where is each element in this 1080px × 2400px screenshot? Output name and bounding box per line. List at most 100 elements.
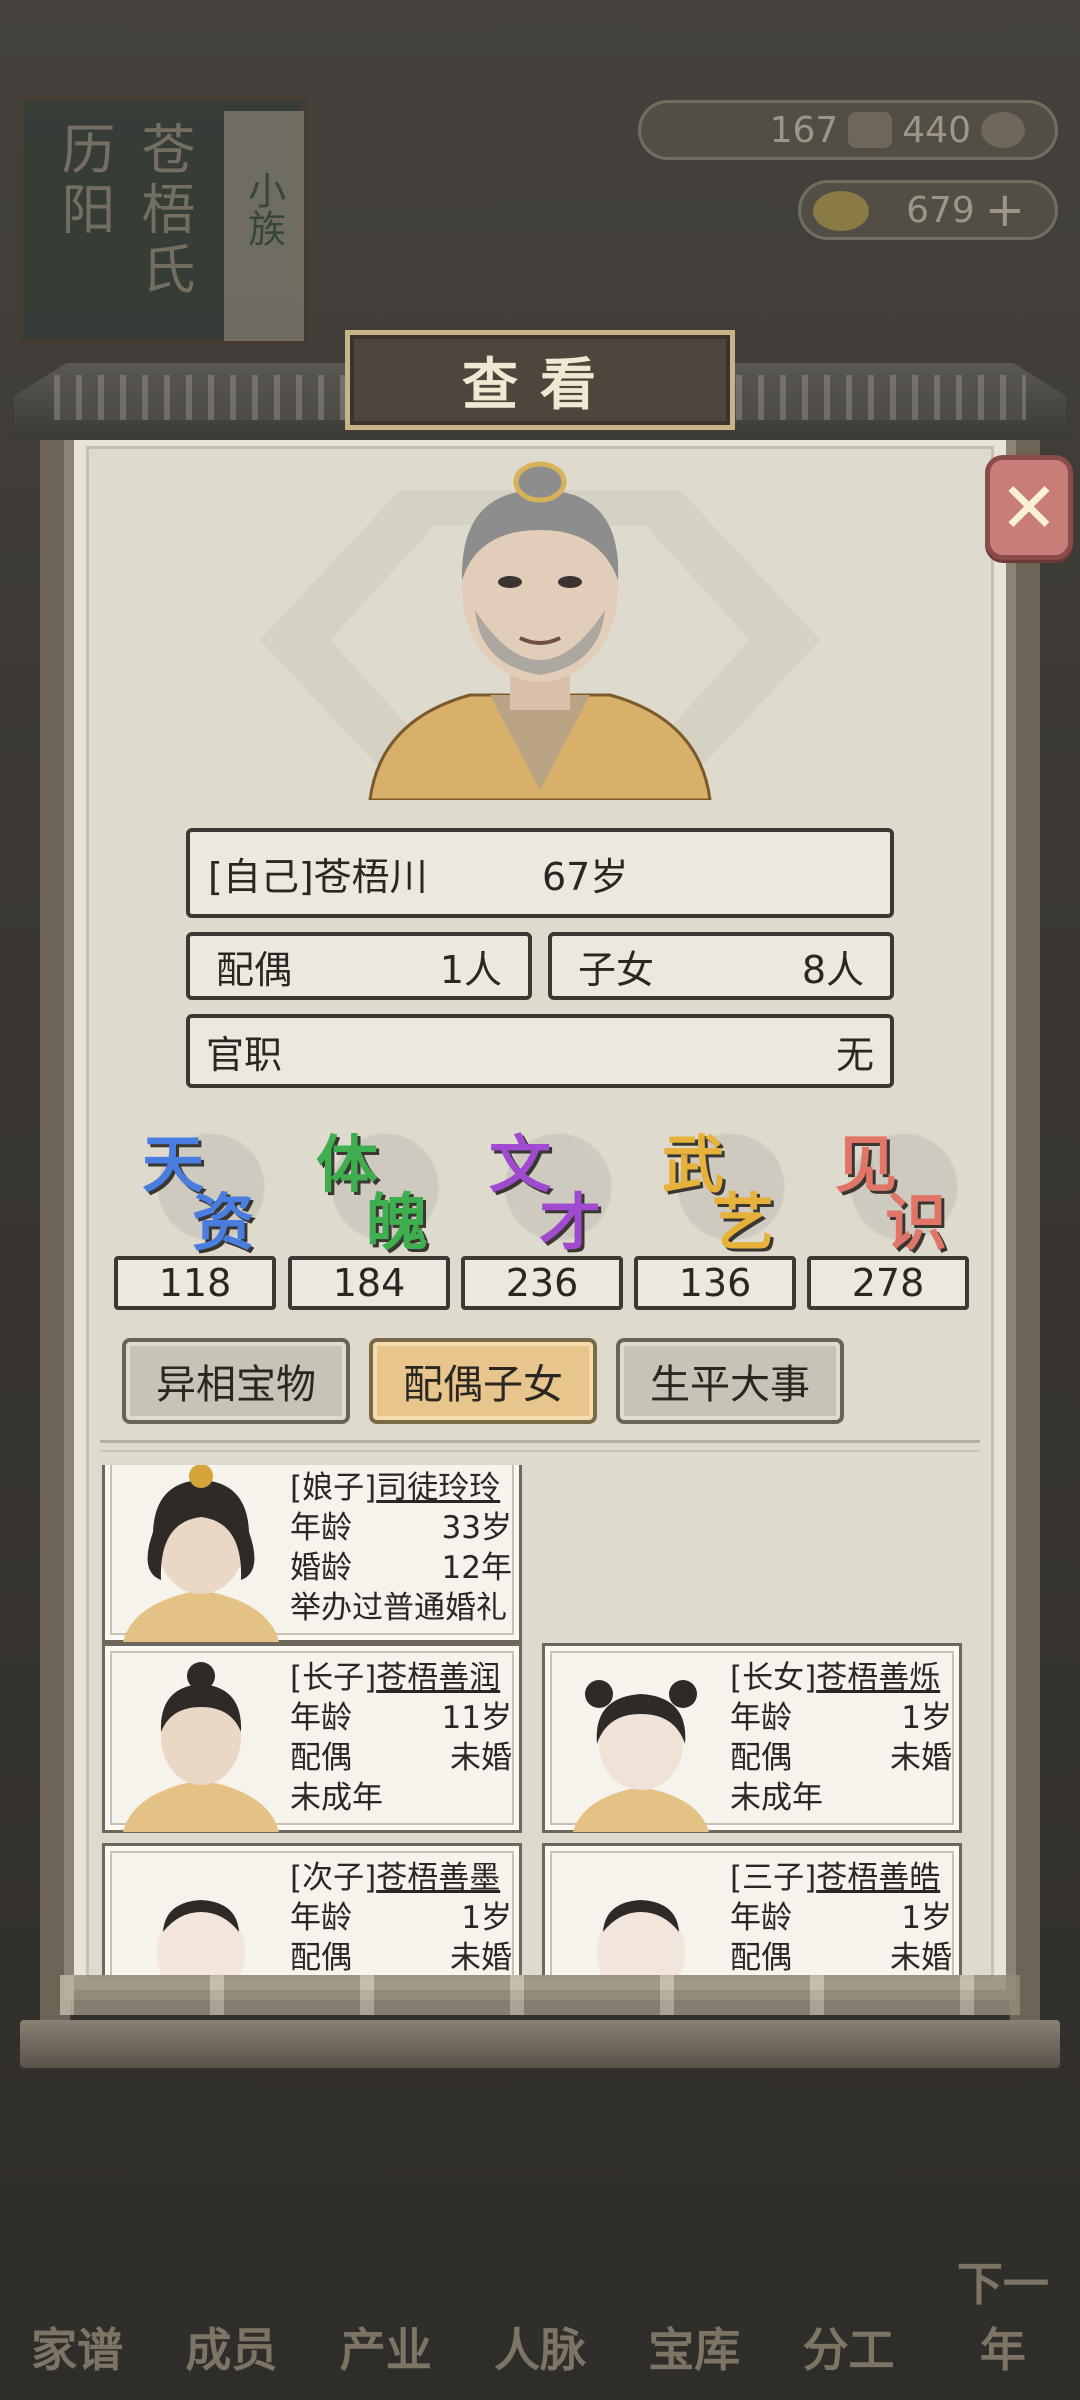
stat-char-2: 识 (885, 1186, 948, 1259)
book-right-title: 苍梧氏 (132, 121, 195, 301)
coin-resource[interactable]: 167 440 (638, 100, 1058, 160)
card-name-link[interactable]: 苍梧善皓 (816, 1852, 940, 1897)
person-age: 67岁 (542, 854, 629, 899)
nav-treasury[interactable]: 宝库 (629, 2314, 759, 2380)
card-name-link[interactable]: 苍梧善墨 (376, 1852, 500, 1897)
nav-family-tree[interactable]: 家谱 (12, 2314, 142, 2380)
family-card-eldest-daughter[interactable]: [长女] 苍梧善烁 年龄 1岁 配偶 未婚 未成年 (542, 1643, 962, 1833)
stat-knowledge: 见 识 278 (807, 1110, 969, 1310)
person-name: [自己]苍梧川 (208, 854, 428, 899)
tab-treasures[interactable]: 异相宝物 (122, 1338, 350, 1424)
office-row: 官职 无 (186, 1014, 894, 1088)
card-line-2: 配偶 未婚 (290, 1932, 512, 1975)
stat-value: 278 (807, 1256, 969, 1310)
office-value: 无 (835, 1032, 874, 1077)
card-line-1-value: 1岁 (461, 1900, 512, 1936)
card-line-2-value: 未婚 (450, 1740, 512, 1776)
card-line-1-label: 年龄 (290, 1510, 352, 1546)
section-divider (100, 1440, 980, 1452)
children-count-row: 子女 8人 (548, 932, 894, 1000)
stat-value: 184 (288, 1256, 450, 1310)
person-name-row: [自己]苍梧川 67岁 (186, 828, 894, 918)
spouse-count: 1人 (439, 947, 502, 992)
card-name-link[interactable]: 司徒玲玲 (376, 1465, 500, 1507)
wife-portrait (123, 1465, 279, 1642)
card-title: [次子] 苍梧善墨 (290, 1852, 512, 1897)
card-line-1: 年龄 11岁 (290, 1692, 512, 1737)
card-line-1-value: 11岁 (441, 1700, 512, 1736)
family-card-wife[interactable]: [娘子] 司徒玲玲 年龄 33岁 婚龄 12年 举办过普通婚礼 (102, 1465, 522, 1643)
family-list[interactable]: [娘子] 司徒玲玲 年龄 33岁 婚龄 12年 举办过普通婚礼 [长子] 苍梧善润 年龄… (90, 1465, 990, 1975)
family-book: 历阳 苍梧氏 小族 (18, 95, 308, 345)
family-card-second-son[interactable]: [次子] 苍梧善墨 年龄 1岁 配偶 未婚 (102, 1843, 522, 1975)
third-son-portrait (597, 1900, 685, 1975)
gold-ingot-icon (813, 191, 869, 231)
card-line-3: 未成年 (290, 1780, 383, 1816)
card-title: [三子] 苍梧善皓 (730, 1852, 952, 1897)
tab-life-events[interactable]: 生平大事 (616, 1338, 844, 1424)
coin-b-value: 440 (902, 109, 971, 151)
family-card-third-son[interactable]: [三子] 苍梧善皓 年龄 1岁 配偶 未婚 (542, 1843, 962, 1975)
card-title: [娘子] 司徒玲玲 (290, 1465, 512, 1507)
card-line-1-label: 年龄 (730, 1900, 792, 1936)
book-left-title: 历阳 (52, 121, 115, 241)
nav-assignment[interactable]: 分工 (784, 2314, 914, 2380)
stat-literacy: 文 才 236 (461, 1110, 623, 1310)
coin-a-value: 167 (769, 109, 839, 151)
stat-emblem: 天 资 (114, 1110, 276, 1259)
nav-industry[interactable]: 产业 (321, 2314, 451, 2380)
gold-resource[interactable]: 679 + (798, 180, 1058, 240)
card-line-1-label: 年龄 (290, 1900, 352, 1936)
character-portrait (368, 461, 712, 800)
nav-next-year[interactable]: 下一年 (938, 2248, 1068, 2380)
card-line-2: 婚龄 12年 (290, 1542, 512, 1587)
card-relation: [长子] (290, 1660, 377, 1696)
card-name-link[interactable]: 苍梧善烁 (816, 1652, 940, 1697)
coin-icon (981, 112, 1025, 148)
card-line-3: 举办过普通婚礼 (290, 1590, 507, 1626)
card-line-2-label: 配偶 (290, 1740, 352, 1776)
card-line-3: 未成年 (730, 1780, 823, 1816)
stat-emblem: 武 艺 (634, 1110, 796, 1259)
card-name-link[interactable]: 苍梧善润 (376, 1652, 500, 1697)
stat-emblem: 体 魄 (288, 1110, 450, 1259)
card-line-2-label: 配偶 (730, 1940, 792, 1975)
eldest-daughter-portrait (573, 1680, 709, 1832)
card-line-2-label: 配偶 (290, 1940, 352, 1975)
card-line-2-value: 未婚 (450, 1940, 512, 1975)
card-line-2: 配偶 未婚 (290, 1732, 512, 1777)
card-line-2: 配偶 未婚 (730, 1732, 952, 1777)
ticket-icon (848, 112, 893, 148)
card-line-1-value: 33岁 (441, 1510, 512, 1546)
close-button[interactable]: ✕ (985, 455, 1073, 560)
add-gold-icon[interactable]: + (985, 182, 1025, 238)
stat-emblem: 见 识 (807, 1110, 969, 1259)
tab-spouse-children[interactable]: 配偶子女 (369, 1338, 597, 1424)
card-relation: [长女] (730, 1660, 817, 1696)
nav-connections[interactable]: 人脉 (475, 2314, 605, 2380)
stat-physique: 体 魄 184 (288, 1110, 450, 1310)
card-title: [长女] 苍梧善烁 (730, 1652, 952, 1697)
card-line-2: 配偶 未婚 (730, 1932, 952, 1975)
card-line-1-value: 1岁 (901, 1900, 952, 1936)
stat-value: 118 (114, 1256, 276, 1310)
gold-value: 679 (906, 189, 975, 231)
family-card-eldest-son[interactable]: [长子] 苍梧善润 年龄 11岁 配偶 未婚 未成年 (102, 1643, 522, 1833)
stat-char-2: 魄 (366, 1186, 429, 1259)
card-relation: [娘子] (290, 1470, 377, 1506)
book-tab-label: 小族 (241, 171, 286, 247)
card-line-1-value: 1岁 (901, 1700, 952, 1736)
nav-members[interactable]: 成员 (166, 2314, 296, 2380)
card-line-2-value: 12年 (441, 1550, 512, 1586)
spouse-count-row: 配偶 1人 (186, 932, 532, 1000)
bottom-nav: 家谱 成员 产业 人脉 宝库 分工 下一年 (0, 2180, 1080, 2400)
card-line-1: 年龄 33岁 (290, 1502, 512, 1547)
spouse-label: 配偶 (216, 947, 293, 992)
card-relation: [次子] (290, 1860, 377, 1896)
card-line-1: 年龄 1岁 (730, 1692, 952, 1737)
stat-martial: 武 艺 136 (634, 1110, 796, 1310)
dialog-title: 查看 (345, 330, 735, 430)
card-title: [长子] 苍梧善润 (290, 1652, 512, 1697)
stat-char-2: 才 (539, 1186, 602, 1259)
second-son-portrait (157, 1900, 245, 1975)
